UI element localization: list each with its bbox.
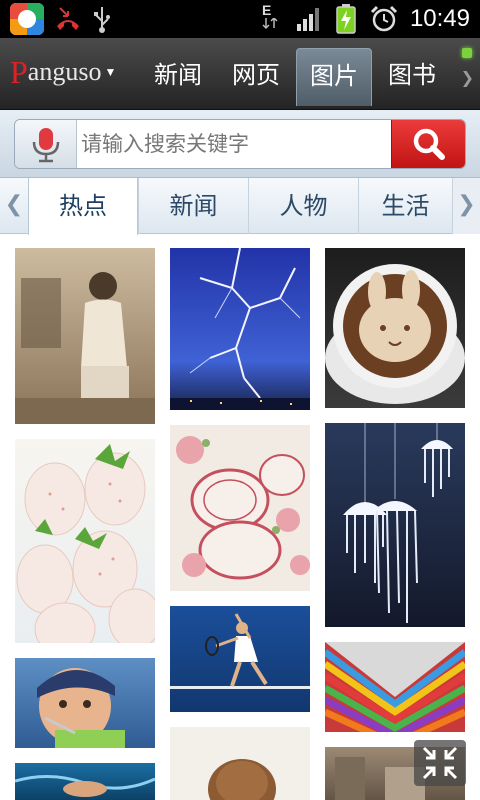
- app-icon: [10, 3, 44, 35]
- search-button[interactable]: [391, 120, 465, 168]
- top-nav-bar: Panguso ▼ 新闻 网页 图片 图书 ❯: [0, 38, 480, 110]
- photo-swimmer[interactable]: [15, 763, 155, 800]
- panguso-logo[interactable]: Panguso ▼: [10, 52, 116, 92]
- chevron-right-icon[interactable]: ❯: [461, 68, 474, 87]
- logo-initial: P: [10, 53, 28, 90]
- data-arrows-icon: [262, 18, 278, 30]
- photo-floral-plates[interactable]: [170, 425, 310, 591]
- search-box: [14, 119, 466, 169]
- search-input[interactable]: [81, 120, 389, 168]
- category-hot[interactable]: 热点: [28, 178, 138, 235]
- usb-icon: [94, 7, 110, 33]
- search-icon: [413, 128, 445, 160]
- photo-child-eating[interactable]: [15, 658, 155, 748]
- category-people[interactable]: 人物: [248, 178, 358, 234]
- category-tabs: ❮ 热点 新闻 人物 生活 ❯: [0, 178, 480, 235]
- network-type-label: E: [262, 2, 272, 18]
- signal-icon: [297, 8, 319, 31]
- alarm-icon: [370, 5, 398, 32]
- category-life[interactable]: 生活: [358, 178, 452, 234]
- status-bar: E 10:49: [0, 0, 480, 38]
- tab-books[interactable]: 图书: [374, 48, 450, 106]
- photo-jellyfish-lamps[interactable]: [325, 423, 465, 627]
- tab-images[interactable]: 图片: [296, 48, 372, 106]
- search-bar: [0, 110, 480, 178]
- photo-latte-art[interactable]: [325, 248, 465, 408]
- microphone-icon: [32, 128, 60, 163]
- photo-tennis-player[interactable]: [170, 606, 310, 712]
- photo-lightning[interactable]: [170, 248, 310, 410]
- collapse-arrows-icon: [422, 746, 458, 780]
- tab-web[interactable]: 网页: [218, 48, 294, 106]
- photo-white-strawberries[interactable]: [15, 439, 155, 643]
- chevron-left-icon[interactable]: ❮: [0, 178, 28, 234]
- chevron-right-icon[interactable]: ❯: [452, 178, 480, 234]
- logo-rest: anguso: [27, 57, 102, 86]
- notification-dot: [462, 48, 472, 58]
- photo-rainbow-stripes[interactable]: [325, 642, 465, 732]
- battery-charging-icon: [336, 4, 356, 34]
- photo-grid: [0, 235, 480, 800]
- chevron-down-icon: ▼: [104, 64, 117, 79]
- photo-brown-food[interactable]: [170, 727, 310, 800]
- tab-news[interactable]: 新闻: [140, 48, 216, 106]
- voice-search-button[interactable]: [15, 120, 77, 168]
- category-news[interactable]: 新闻: [138, 178, 248, 234]
- missed-call-icon: [57, 7, 79, 30]
- photo-sepia-portrait[interactable]: [15, 248, 155, 424]
- fullscreen-toggle-button[interactable]: [414, 740, 466, 786]
- clock: 10:49: [409, 5, 470, 32]
